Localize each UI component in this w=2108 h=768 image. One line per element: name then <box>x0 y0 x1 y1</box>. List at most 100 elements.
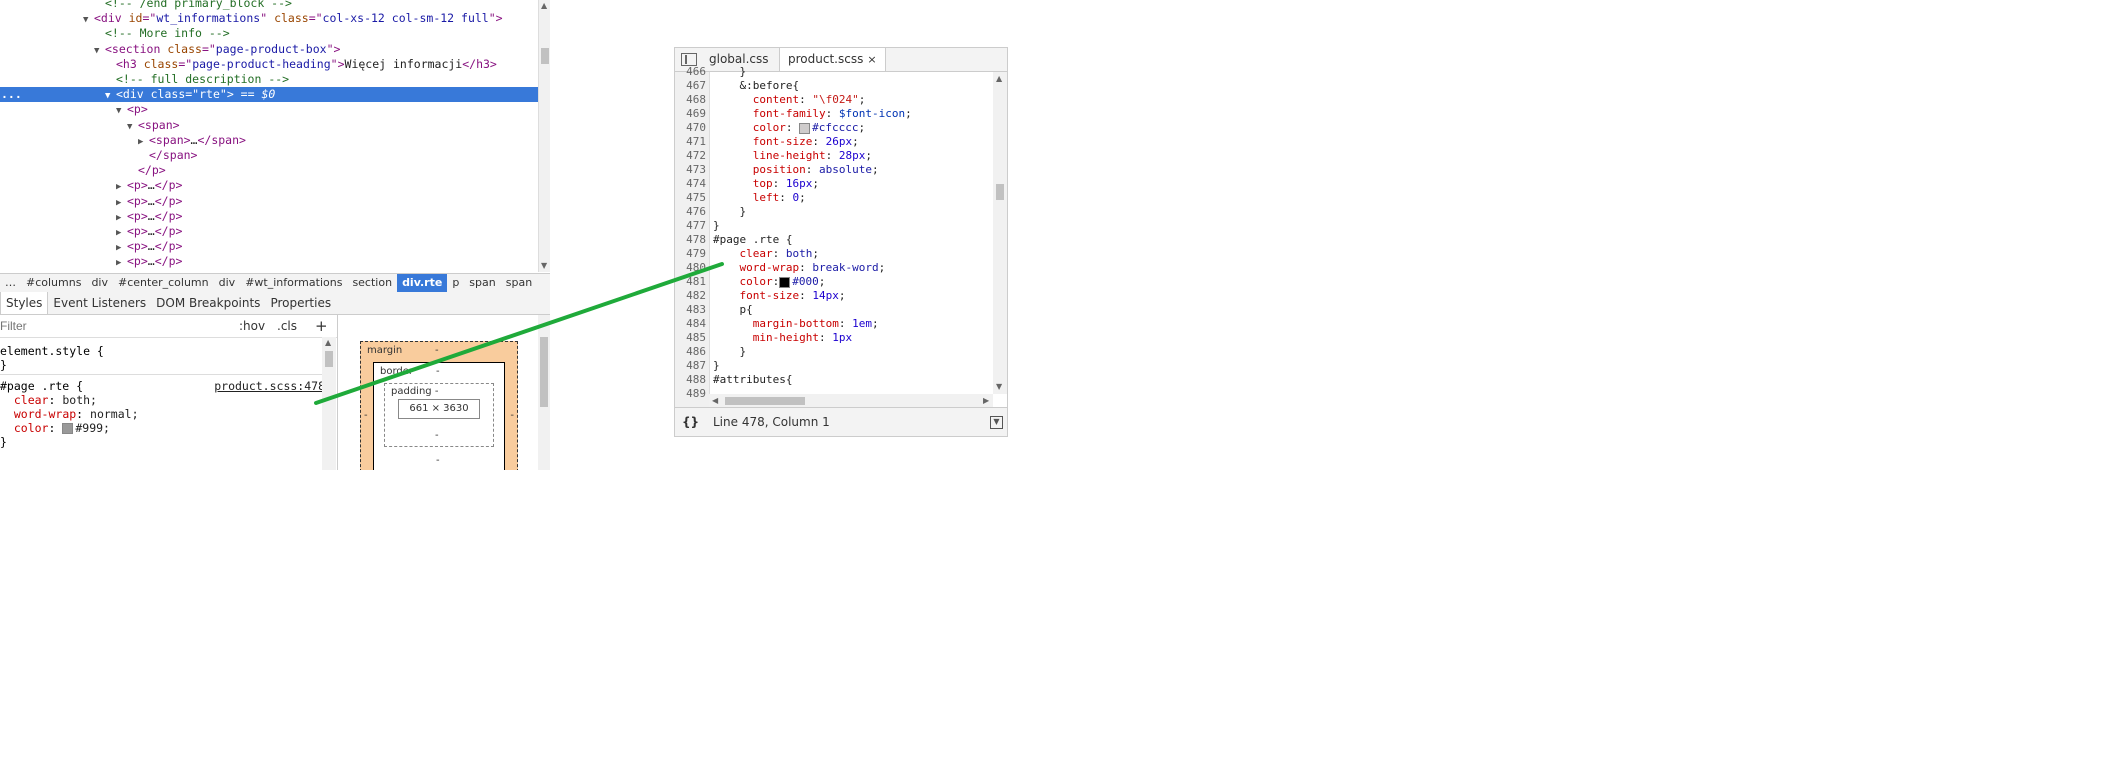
box-model-content[interactable]: 661 × 3630 <box>398 399 480 419</box>
tab-event-listeners[interactable]: Event Listeners <box>48 292 151 314</box>
scroll-thumb[interactable] <box>725 397 805 405</box>
line-number[interactable]: 470 <box>675 121 706 135</box>
line-number[interactable]: 475 <box>675 191 706 205</box>
line-number[interactable]: 474 <box>675 177 706 191</box>
box-model-border[interactable]: border - - padding - 661 × 3630 - <box>373 362 505 470</box>
scroll-up-icon[interactable]: ▲ <box>541 2 547 10</box>
style-property[interactable]: clear: both; <box>0 393 97 407</box>
dom-node[interactable]: ▼ <span> <box>0 118 538 133</box>
margin-right-value[interactable]: - <box>510 410 514 421</box>
dom-tree-scrollbar[interactable]: ▲ ▼ <box>538 0 550 272</box>
dom-node[interactable]: ▼ <p> <box>0 102 538 117</box>
code-line[interactable]: } <box>713 345 746 359</box>
code-line[interactable]: p{ <box>713 303 752 317</box>
breadcrumb-item[interactable]: p <box>447 274 464 292</box>
code-line[interactable]: color: #cfcccc; <box>713 121 865 135</box>
line-number[interactable]: 482 <box>675 289 706 303</box>
dom-node[interactable]: ▶ <p>…</p> <box>0 239 538 254</box>
code-line[interactable]: #page .rte { <box>713 233 792 247</box>
scroll-thumb[interactable] <box>541 48 549 64</box>
editor-horizontal-scrollbar[interactable]: ◀ ▶ <box>709 394 993 407</box>
tab-properties[interactable]: Properties <box>265 292 336 314</box>
code-line[interactable]: #attributes{ <box>713 373 792 387</box>
dom-node[interactable]: ▶ <p>…</p> <box>0 254 538 269</box>
editor-vertical-scrollbar[interactable]: ▲ ▼ <box>993 72 1007 394</box>
breadcrumb-item[interactable]: section <box>347 274 397 292</box>
add-rule-icon[interactable]: + <box>315 315 328 337</box>
line-number[interactable]: 480 <box>675 261 706 275</box>
scroll-thumb[interactable] <box>996 184 1004 200</box>
line-number[interactable]: 479 <box>675 247 706 261</box>
line-number[interactable]: 467 <box>675 79 706 93</box>
dom-node[interactable]: <!-- /end primary_block --> <box>0 0 538 11</box>
hov-toggle[interactable]: :hov <box>239 315 265 337</box>
dom-node[interactable]: </p> <box>0 163 538 178</box>
box-model-scrollbar[interactable] <box>538 315 550 470</box>
line-number[interactable]: 488 <box>675 373 706 387</box>
line-number[interactable]: 487 <box>675 359 706 373</box>
code-line[interactable]: &:before{ <box>713 79 799 93</box>
expand-arrow-icon[interactable]: ▶ <box>116 256 127 271</box>
dom-node[interactable]: <!-- full description --> <box>0 72 538 87</box>
code-line[interactable]: word-wrap: break-word; <box>713 261 885 275</box>
code-line[interactable]: font-size: 14px; <box>713 289 845 303</box>
code-line[interactable]: min-height: 1px <box>713 331 852 345</box>
dom-node[interactable]: <h3 class="page-product-heading">Więcej … <box>0 57 538 72</box>
line-number[interactable]: 476 <box>675 205 706 219</box>
dom-node[interactable]: <!-- More info --> <box>0 26 538 41</box>
code-line[interactable]: } <box>713 205 746 219</box>
breadcrumb-item[interactable]: div <box>214 274 241 292</box>
dom-node[interactable]: ▶ <p>…</p> <box>0 194 538 209</box>
dom-node[interactable]: ▼ <section class="page-product-box"> <box>0 42 538 57</box>
dom-node[interactable]: ▼ <div id="wt_informations" class="col-xs… <box>0 11 538 26</box>
scroll-up-icon[interactable]: ▲ <box>325 339 331 347</box>
line-number[interactable]: 471 <box>675 135 706 149</box>
box-model-padding[interactable]: padding - 661 × 3630 - <box>384 383 494 447</box>
breadcrumb-item[interactable]: span <box>464 274 500 292</box>
breadcrumb-item[interactable]: #columns <box>21 274 86 292</box>
line-number[interactable]: 468 <box>675 93 706 107</box>
line-number[interactable]: 478 <box>675 233 706 247</box>
style-property[interactable]: word-wrap: normal; <box>0 407 139 421</box>
dom-tree[interactable]: <!-- /end primary_block --> ▼ <div id="wt_… <box>0 0 538 272</box>
breadcrumb-item[interactable]: span <box>501 274 537 292</box>
code-line[interactable]: top: 16px; <box>713 177 819 191</box>
file-tab[interactable]: product.scss × <box>779 48 886 71</box>
close-tab-icon[interactable]: × <box>867 53 876 66</box>
border-bottom-value[interactable]: - <box>436 455 440 466</box>
line-number[interactable]: 481 <box>675 275 706 289</box>
dom-node[interactable]: ▶ <span>…</span> <box>0 133 538 148</box>
dom-node[interactable]: </span> <box>0 148 538 163</box>
line-number[interactable]: 477 <box>675 219 706 233</box>
scroll-down-icon[interactable]: ▼ <box>996 383 1002 391</box>
selected-node-marker[interactable]: ... <box>1 87 22 102</box>
border-top-value[interactable]: - <box>436 366 440 377</box>
rule-selector[interactable]: #page .rte { <box>0 379 83 393</box>
code-line[interactable]: color: #000; <box>713 275 825 289</box>
margin-top-value[interactable]: - <box>435 345 439 356</box>
line-number[interactable]: 466 <box>675 65 706 79</box>
line-number[interactable]: 473 <box>675 163 706 177</box>
dom-node[interactable]: ▶ <p>…</p> <box>0 178 538 193</box>
breadcrumb-item[interactable]: … <box>0 274 21 292</box>
line-number[interactable]: 486 <box>675 345 706 359</box>
code-line[interactable]: line-height: 28px; <box>713 149 872 163</box>
box-model-margin[interactable]: margin - - - border - - padding - 661 × … <box>360 341 518 470</box>
code-line[interactable]: } <box>713 65 746 79</box>
code-line[interactable]: content: "\f024"; <box>713 93 866 107</box>
toggle-drawer-icon[interactable]: ▼ <box>990 416 1003 429</box>
cls-toggle[interactable]: .cls <box>277 315 297 337</box>
dom-node[interactable]: ▶ <p>…</p> <box>0 209 538 224</box>
breadcrumb-item[interactable]: div.rte <box>397 274 448 292</box>
padding-bottom-value[interactable]: - <box>435 430 439 441</box>
breadcrumb-item[interactable]: #wt_informations <box>240 274 347 292</box>
scroll-right-icon[interactable]: ▶ <box>983 397 989 405</box>
breadcrumb-item[interactable]: #center_column <box>113 274 214 292</box>
line-number-gutter[interactable]: 466 467 468 469 470 471 472 473 474 475 476 477 478 4… <box>675 65 710 407</box>
line-number[interactable]: 469 <box>675 107 706 121</box>
code-line[interactable]: } <box>713 359 720 373</box>
tab-dom-breakpoints[interactable]: DOM Breakpoints <box>151 292 265 314</box>
scroll-down-icon[interactable]: ▼ <box>541 262 547 270</box>
scroll-thumb[interactable] <box>540 337 548 407</box>
scroll-left-icon[interactable]: ◀ <box>712 397 718 405</box>
